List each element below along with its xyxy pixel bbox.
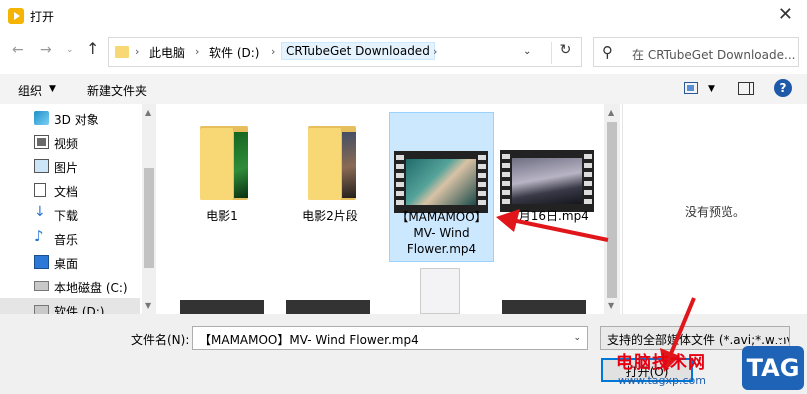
watermark: 电脑技术网 www.tagxp.com TAG <box>612 344 807 394</box>
annotation-arrow-to-file <box>496 209 609 242</box>
annotation-arrows <box>496 209 696 372</box>
watermark-url: www.tagxp.com <box>618 374 706 387</box>
watermark-title: 电脑技术网 <box>616 353 706 373</box>
watermark-tag-logo: TAG <box>742 346 804 390</box>
